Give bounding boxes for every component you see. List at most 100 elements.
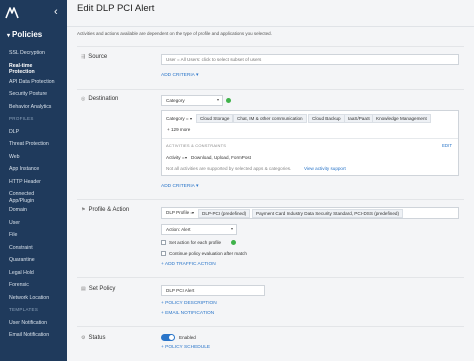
sidebar-item-real-time-protection[interactable]: Real-time Protection — [0, 63, 55, 79]
netskope-logo-icon[interactable] — [5, 6, 19, 20]
destination-type-select[interactable]: Category ▾ — [161, 95, 223, 106]
sidebar-item-legal-hold[interactable]: Legal Hold — [0, 270, 67, 283]
sidebar-item-behavior-analytics[interactable]: Behavior Analytics — [0, 104, 67, 117]
more-categories-link[interactable]: + 129 more — [167, 127, 190, 132]
sidebar-title-label: Policies — [12, 30, 43, 39]
section-divider — [77, 326, 464, 327]
continue-evaluation-label: Continue policy evaluation after match — [169, 251, 247, 256]
destination-add-criteria-label: ADD CRITERIA — [161, 184, 195, 189]
sidebar-item-file[interactable]: File — [0, 232, 67, 245]
view-activity-support-link[interactable]: View activity support — [304, 166, 346, 171]
destination-valid-icon — [226, 98, 231, 103]
set-policy-section-label: ▤ Set Policy — [81, 286, 115, 292]
caret-down-icon[interactable]: ▾ — [185, 155, 187, 160]
dlp-profile-chip[interactable]: DLP-PCI (predefined) — [198, 209, 251, 218]
sidebar-item-ssl-decryption[interactable]: SSL Decryption — [0, 50, 67, 63]
chevron-down-icon: ▾ — [230, 226, 233, 231]
source-add-criteria-link[interactable]: ADD CRITERIA ▾ — [161, 73, 198, 78]
caret-down-icon[interactable]: ▾ — [192, 210, 194, 215]
destination-section-label: ◎ Destination — [81, 96, 118, 102]
sidebar-item-security-posture[interactable]: Security Posture — [0, 91, 67, 104]
category-chip[interactable]: Cloud Backup — [308, 114, 345, 123]
add-traffic-action-link[interactable]: + ADD TRAFFIC ACTION — [161, 262, 216, 267]
status-icon: ⚙ — [81, 335, 86, 341]
status-section-label: ⚙ Status — [81, 335, 106, 341]
section-divider — [77, 89, 464, 90]
sidebar-item-http-header[interactable]: HTTP Header — [0, 179, 67, 192]
set-policy-label: Set Policy — [88, 286, 116, 292]
source-label: Source — [88, 54, 108, 60]
back-chevron-icon[interactable]: ‹ — [54, 6, 58, 18]
sidebar-item-forensic[interactable]: Forensic — [0, 282, 67, 295]
sidebar-item-app-instance[interactable]: App Instance — [0, 166, 67, 179]
sidebar-item-constraint[interactable]: Constraint — [0, 245, 67, 258]
caret-down-icon: ▾ — [7, 33, 11, 39]
status-toggle[interactable] — [161, 334, 175, 341]
sidebar-item-threat-protection[interactable]: Threat Protection — [0, 141, 67, 154]
caret-down-icon: ▾ — [195, 73, 199, 78]
destination-add-criteria-link[interactable]: ADD CRITERIA ▾ — [161, 184, 198, 189]
section-divider — [77, 46, 464, 47]
source-user-input[interactable]: User = All Users: click to select subset… — [161, 54, 459, 65]
sidebar-item-domain[interactable]: Domain — [0, 207, 67, 220]
sidebar-item-network-location[interactable]: Network Location — [0, 295, 67, 308]
continue-evaluation-checkbox[interactable] — [161, 251, 166, 256]
action-select[interactable]: Action: Alert ▾ — [161, 224, 237, 235]
sidebar: ‹ ▾ Policies SSL Decryption Real-time Pro… — [0, 0, 67, 361]
sidebar-item-user-notification[interactable]: User Notification — [0, 320, 67, 333]
destination-panel: Category = ▾ Cloud Storage Chat, IM & ot… — [161, 110, 459, 176]
set-action-checkbox[interactable] — [161, 240, 166, 245]
policy-description-link[interactable]: + POLICY DESCRIPTION — [161, 301, 217, 306]
profile-action-section-label: ⚑ Profile & Action — [81, 207, 129, 213]
main-content: Edit DLP PCI Alert Activities and action… — [67, 0, 474, 361]
policy-schedule-link[interactable]: + POLICY SCHEDULE — [161, 345, 210, 350]
source-add-criteria-label: ADD CRITERIA — [161, 73, 195, 78]
dlp-profile-field[interactable]: DLP Profile = ▾ DLP-PCI (predefined) Pay… — [161, 207, 459, 219]
category-chip[interactable]: Chat, IM & other communication — [233, 114, 307, 123]
sidebar-section-templates: TEMPLATES — [9, 307, 39, 312]
category-filter-label: Category = — [166, 116, 189, 121]
email-notification-link[interactable]: + EMAIL NOTIFICATION — [161, 311, 214, 316]
activities-edit-link[interactable]: EDIT — [442, 143, 452, 148]
activity-filter-label: Activity = — [166, 155, 185, 160]
sidebar-item-connected-app[interactable]: Connected App/Plugin — [0, 191, 45, 207]
sidebar-title[interactable]: ▾ Policies — [7, 30, 42, 39]
action-value: Action: Alert — [166, 227, 191, 232]
sidebar-item-web[interactable]: Web — [0, 154, 67, 167]
policy-name-input[interactable]: DLP PCI Alert — [161, 285, 265, 296]
dlp-profile-label: DLP Profile = — [166, 210, 194, 215]
section-divider — [77, 199, 464, 200]
source-icon: ⇶ — [81, 54, 86, 60]
dlp-profile-chip[interactable]: Payment Card Industry Data Security Stan… — [252, 209, 403, 218]
page-title: Edit DLP PCI Alert — [77, 3, 155, 14]
source-section-label: ⇶ Source — [81, 54, 107, 60]
activities-header: ACTIVITIES & CONSTRAINTS — [166, 143, 227, 148]
category-chip[interactable]: Cloud Storage — [196, 114, 234, 123]
sidebar-item-user[interactable]: User — [0, 220, 67, 233]
category-chip[interactable]: IaaS/PaaS — [344, 114, 374, 123]
category-chip[interactable]: Knowledge Management — [372, 114, 431, 123]
destination-icon: ◎ — [81, 96, 86, 102]
destination-type-value: Category — [166, 98, 185, 103]
sidebar-nav: SSL Decryption Real-time Protection API … — [0, 50, 67, 345]
header-divider — [67, 26, 474, 27]
activity-support-note: Not all activities are supported by sele… — [166, 166, 292, 171]
toggle-knob — [169, 335, 174, 340]
policy-icon: ▤ — [81, 286, 86, 292]
sidebar-item-api-data-protection[interactable]: API Data Protection — [0, 79, 67, 92]
chevron-down-icon: ▾ — [216, 97, 219, 102]
activity-value[interactable]: Download, Upload, FormPost — [191, 155, 251, 160]
set-action-info-icon — [231, 240, 236, 245]
sidebar-item-quarantine[interactable]: Quarantine — [0, 257, 67, 270]
profile-action-label: Profile & Action — [88, 207, 130, 213]
sidebar-section-profiles: PROFILES — [9, 116, 34, 121]
caret-down-icon: ▾ — [195, 184, 199, 189]
page-subtitle: Activities and actions available are dep… — [77, 31, 272, 36]
sidebar-item-dlp[interactable]: DLP — [0, 129, 67, 142]
status-enabled-label: Enabled — [179, 335, 196, 340]
sidebar-item-email-notification[interactable]: Email Notification — [0, 332, 67, 345]
status-label: Status — [88, 335, 106, 341]
section-divider — [77, 277, 464, 278]
caret-down-icon[interactable]: ▾ — [190, 116, 192, 121]
destination-label: Destination — [88, 96, 119, 102]
